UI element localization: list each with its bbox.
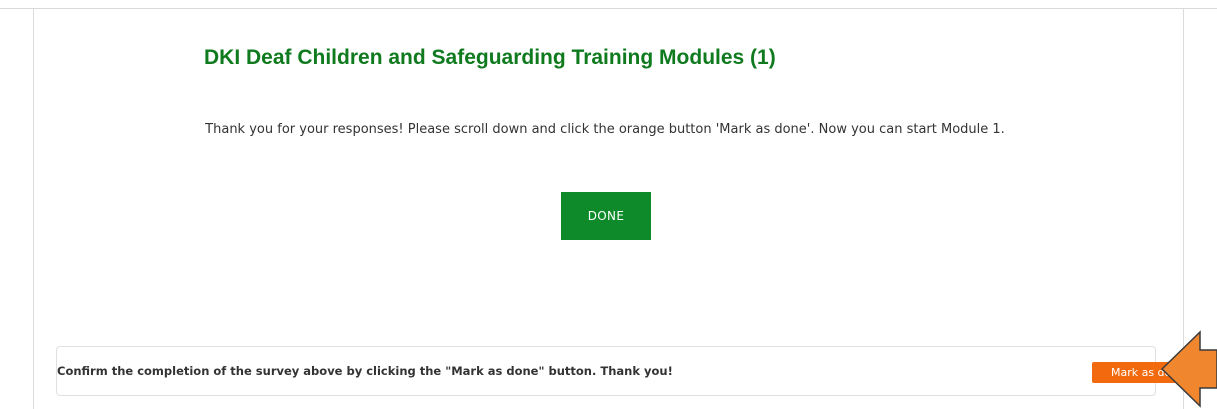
survey-title: DKI Deaf Children and Safeguarding Train… xyxy=(204,46,776,69)
frame-left-border xyxy=(33,9,34,409)
done-button[interactable]: DONE xyxy=(561,192,651,240)
left-pointing-arrow-icon xyxy=(1160,330,1217,408)
confirmation-bar: Confirm the completion of the survey abo… xyxy=(56,346,1204,396)
thank-you-message: Thank you for your responses! Please scr… xyxy=(205,122,1005,137)
arrow-shape xyxy=(1160,330,1217,408)
confirmation-text: Confirm the completion of the survey abo… xyxy=(57,364,673,378)
